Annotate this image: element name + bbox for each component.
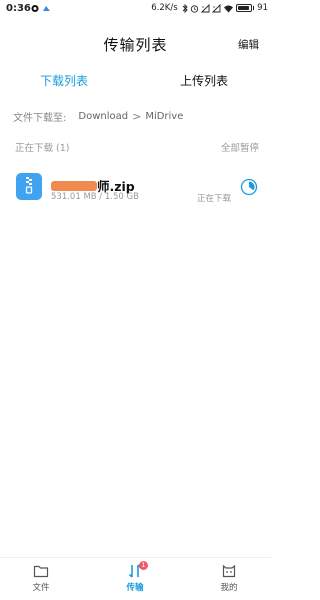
signal-icon: x	[200, 3, 210, 12]
nav-mine[interactable]: 我的	[199, 564, 259, 593]
folder-icon	[33, 565, 49, 578]
tab-download-list[interactable]: 下载列表	[40, 72, 88, 89]
path-prefix: 文件下载至:	[13, 113, 67, 124]
status-time: 0:36	[6, 3, 31, 14]
nav-files-label: 文件	[32, 583, 50, 593]
nav-transfer[interactable]: 1 传输	[105, 561, 165, 593]
download-path[interactable]: 文件下载至: Download > MiDrive	[13, 109, 183, 124]
nav-files[interactable]: 文件	[11, 564, 71, 593]
path-segment-midrive: MiDrive	[145, 111, 184, 122]
progress-ring-icon[interactable]	[240, 178, 258, 196]
notification-icon	[31, 5, 39, 12]
bottom-navigation: 文件 1 传输 我的	[0, 557, 271, 600]
svg-text:x: x	[213, 5, 215, 9]
pause-all-button[interactable]: 全部暂停	[221, 140, 259, 154]
profile-icon	[222, 564, 236, 578]
alarm-icon	[190, 4, 198, 13]
chevron-right-icon: >	[132, 110, 142, 123]
status-notification-icons	[31, 4, 51, 13]
cloud-notification-icon	[43, 6, 50, 11]
transfer-badge: 1	[139, 561, 148, 570]
signal-icon-2: x	[211, 3, 221, 12]
bluetooth-icon	[182, 3, 188, 13]
download-list-item[interactable]: 师.zip 531.01 MB / 1.50 GB 正在下载	[0, 165, 271, 215]
network-speed: 6.2K/s	[151, 3, 178, 13]
title-bar: 传输列表 编辑	[0, 28, 271, 58]
redacted-name-part	[51, 180, 97, 191]
section-title: 正在下载 (1)	[15, 143, 70, 154]
status-right: 6.2K/s x x 91	[151, 3, 268, 13]
zip-file-icon	[16, 173, 42, 200]
battery-text: 91	[257, 3, 268, 13]
page-title: 传输列表	[103, 36, 168, 54]
nav-mine-label: 我的	[220, 583, 238, 593]
svg-text:x: x	[202, 5, 204, 9]
downloading-section-header: 正在下载 (1) 全部暂停	[0, 140, 271, 154]
status-bar: 0:36 6.2K/s x x 91	[0, 0, 271, 18]
wifi-icon	[223, 5, 233, 12]
battery-icon	[235, 4, 252, 12]
file-size: 531.01 MB / 1.50 GB	[51, 192, 139, 202]
edit-button[interactable]: 编辑	[238, 37, 259, 52]
tab-upload-list[interactable]: 上传列表	[180, 72, 228, 89]
download-status: 正在下载	[196, 194, 231, 204]
nav-transfer-label: 传输	[126, 583, 144, 593]
path-segment-download: Download	[78, 111, 129, 122]
transfer-tabs: 下载列表 上传列表	[0, 72, 271, 92]
